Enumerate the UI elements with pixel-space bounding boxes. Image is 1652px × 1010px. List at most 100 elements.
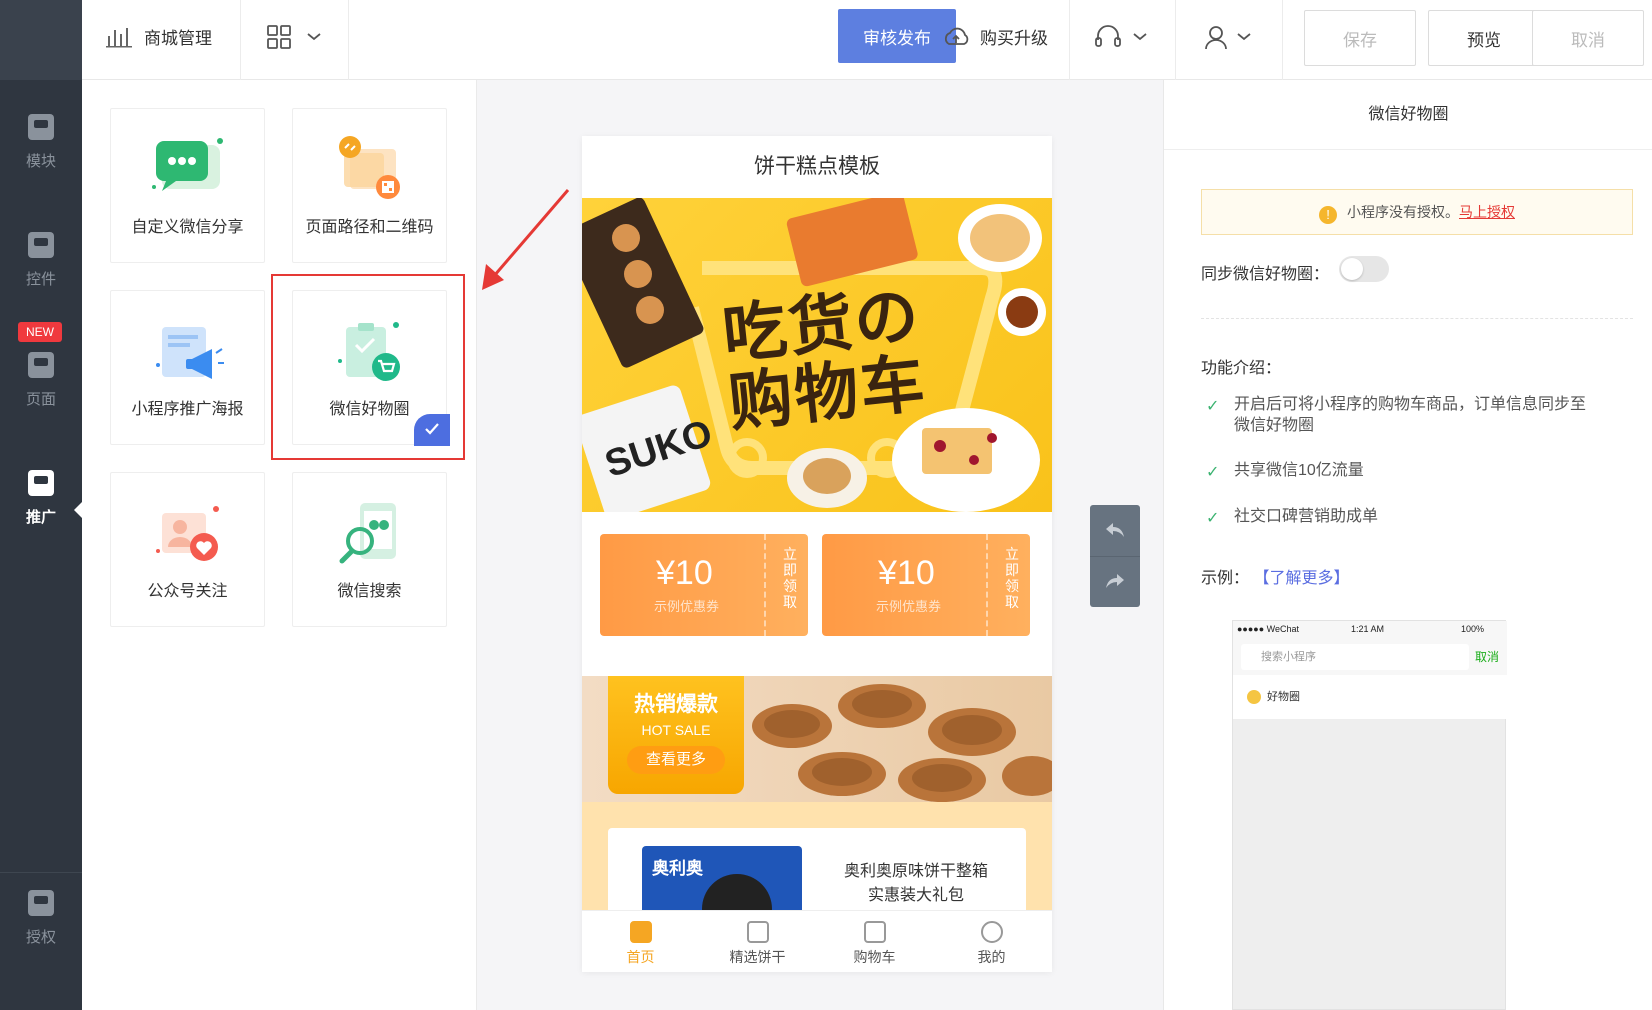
coupon-row: ¥10 示例优惠券 立即领取 ¥10 示例优惠券 立即领取 [582, 512, 1052, 654]
rail-item-label: 页面 [25, 391, 56, 408]
rail-item-label: 推广 [25, 509, 56, 526]
rail-item-label: 授权 [25, 929, 56, 946]
divider [1175, 0, 1176, 80]
rail-item-auth[interactable]: 授权 [0, 890, 82, 947]
cart-icon [863, 921, 886, 943]
learn-more-link[interactable]: 【了解更多】 [1253, 570, 1349, 587]
rail-item-label: 模块 [25, 153, 56, 170]
feature-text: 微信好物圈 [1234, 417, 1315, 434]
feature-text: 社交口碑营销助成单 [1234, 508, 1379, 525]
product-pack-text: 奥利奥 [652, 859, 703, 878]
undo-icon [1106, 523, 1124, 537]
grid-icon [746, 921, 769, 943]
qrcode-link-icon [330, 131, 410, 205]
intro-label: 功能介绍： [1201, 360, 1282, 377]
tab-label: 购物车 [853, 949, 896, 965]
example-label: 示例： 【了解更多】 [1201, 564, 1349, 588]
wechat-chat-icon [148, 131, 228, 205]
example-label-text: 示例： [1201, 570, 1250, 587]
support-dropdown[interactable] [1094, 24, 1160, 52]
logo-area [0, 0, 82, 80]
view-more-button[interactable]: 查看更多 [627, 746, 725, 774]
panel-title: 微信好物圈 [1164, 80, 1652, 150]
coupon-amount: ¥10 [656, 554, 713, 592]
widget-label: 公众号关注 [147, 583, 228, 600]
coupon-perforation [764, 534, 766, 636]
good-circle-icon [1247, 690, 1261, 704]
divider [1201, 318, 1633, 319]
undo-button[interactable] [1090, 505, 1140, 556]
preview-button[interactable]: 预览 [1428, 10, 1540, 66]
warning-text: 小程序没有授权。 [1347, 204, 1459, 220]
megaphone-icon [28, 470, 54, 496]
cancel-button[interactable]: 取消 [1532, 10, 1644, 66]
tab-featured-biscuits[interactable]: 精选饼干 [699, 911, 816, 973]
user-dropdown[interactable] [1204, 24, 1264, 52]
apps-dropdown[interactable] [266, 24, 346, 52]
widget-card-page-path-qrcode[interactable]: 页面路径和二维码 [292, 108, 447, 263]
settings-panel: 微信好物圈 ! 小程序没有授权。马上授权 同步微信好物圈： 功能介绍： ✓ 开启后… [1163, 80, 1652, 1010]
hot-sale-title: 热销爆款 [634, 693, 718, 716]
save-button[interactable]: 保存 [1304, 10, 1416, 66]
widget-card-wechat-search[interactable]: 微信搜索 [292, 472, 447, 627]
checkmark-icon: ✓ [1206, 464, 1220, 481]
sync-label: 同步微信好物圈： [1201, 266, 1330, 283]
widget-label: 页面路径和二维码 [305, 219, 434, 236]
rail-item-label: 控件 [25, 271, 56, 288]
left-rail: 模块 控件 NEW 页面 推广 授权 [0, 0, 82, 1010]
template-title: 饼干糕点模板 [754, 155, 880, 178]
user-icon [1205, 26, 1251, 50]
coupon-amount: ¥10 [878, 554, 935, 592]
coupon-card[interactable]: ¥10 示例优惠券 立即领取 [822, 534, 1030, 636]
redo-icon [1106, 574, 1124, 588]
product-name-line: 实惠装大礼包 [867, 887, 964, 904]
coupon-claim-button[interactable]: 立即领取 [782, 546, 798, 610]
home-icon [629, 921, 652, 943]
rail-item-controls[interactable]: 控件 [0, 232, 82, 289]
search-phone-icon [330, 495, 410, 569]
hot-sale-tag: 热销爆款 HOT SALE 查看更多 [608, 676, 744, 794]
check-icon [425, 423, 439, 435]
authorize-now-link[interactable]: 马上授权 [1459, 204, 1515, 220]
control-icon [28, 232, 54, 258]
coupon-claim-button[interactable]: 立即领取 [1004, 546, 1020, 610]
product-section: 奥利奥 奥利奥原味饼干整箱 实惠装大礼包 [582, 802, 1052, 928]
divider [1282, 0, 1283, 80]
rail-divider [0, 872, 82, 873]
status-carrier: ●●●●● WeChat [1237, 624, 1300, 634]
top-bar: 商城管理 审核发布 购买升级 保存 预览 取消 [82, 0, 1652, 80]
divider [240, 0, 241, 80]
upgrade-link[interactable]: 购买升级 [980, 26, 1048, 52]
rail-item-pages[interactable]: 页面 [0, 352, 82, 409]
phone-preview: 饼干糕点模板 吃货の 购物车 SUKO ¥10 示例优惠券 立即领取 ¥10 示… [582, 136, 1052, 972]
publish-button[interactable]: 审核发布 [838, 9, 956, 63]
cloud-upload-icon [942, 26, 972, 50]
status-battery: 100% [1461, 624, 1485, 634]
coupon-card[interactable]: ¥10 示例优惠券 立即领取 [600, 534, 808, 636]
undo-redo-group [1090, 505, 1140, 607]
coupon-subtitle: 示例优惠券 [654, 599, 720, 614]
tab-label: 首页 [626, 949, 655, 965]
widget-card-custom-share[interactable]: 自定义微信分享 [110, 108, 265, 263]
tab-cart[interactable]: 购物车 [816, 911, 933, 973]
biscuit-art [752, 684, 1052, 802]
store-management-link[interactable]: 商城管理 [144, 26, 212, 52]
hot-sale-banner[interactable]: 热销爆款 HOT SALE 查看更多 [582, 676, 1052, 802]
divider [1069, 0, 1070, 80]
feature-item: ✓ 开启后可将小程序的购物车商品，订单信息同步至 微信好物圈 [1206, 394, 1614, 436]
widget-card-official-account-follow[interactable]: 公众号关注 [110, 472, 265, 627]
sync-toggle[interactable] [1339, 256, 1389, 282]
widget-card-mini-program-poster[interactable]: 小程序推广海报 [110, 290, 265, 445]
checkmark-icon: ✓ [1206, 398, 1220, 415]
rail-item-promotion[interactable]: 推广 [0, 470, 82, 527]
user-icon [980, 921, 1003, 943]
status-time: 1:21 AM [1351, 624, 1385, 634]
redo-button[interactable] [1090, 556, 1140, 607]
tab-home[interactable]: 首页 [582, 911, 699, 973]
widget-label: 自定义微信分享 [131, 219, 244, 236]
example-screenshot: ●●●●● WeChat 1:21 AM 100% 搜索小程序 取消 好物圈 [1232, 620, 1507, 1010]
banner-image[interactable]: 吃货の 购物车 SUKO [582, 198, 1052, 512]
tab-mine[interactable]: 我的 [933, 911, 1050, 973]
coupon-perforation [986, 534, 988, 636]
rail-item-modules[interactable]: 模块 [0, 114, 82, 171]
